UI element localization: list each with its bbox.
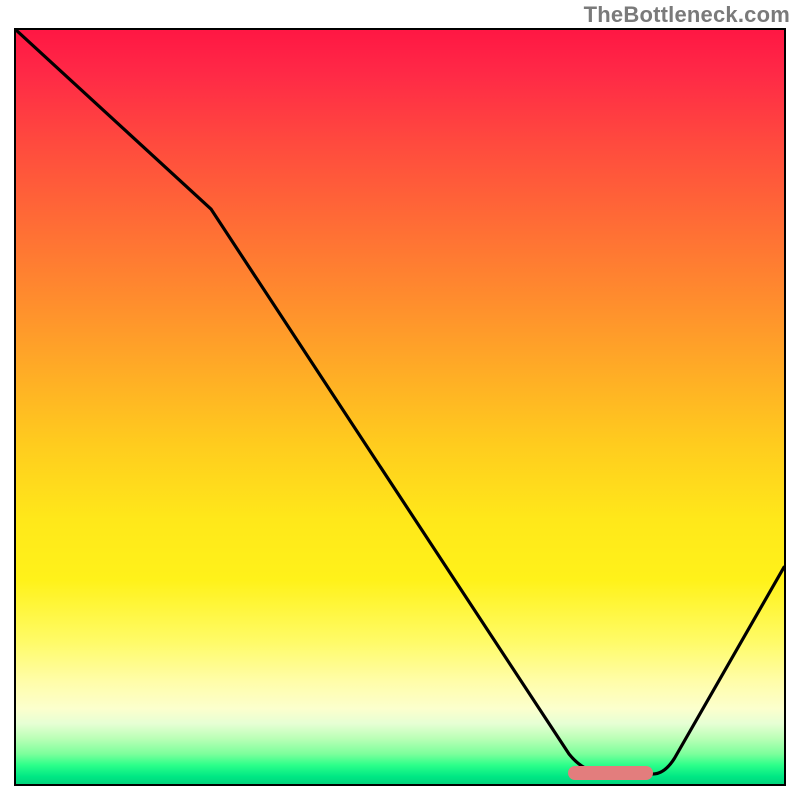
chart-root: TheBottleneck.com: [0, 0, 800, 800]
plot-area: [14, 28, 786, 786]
bottleneck-curve: [16, 30, 784, 784]
attribution-text: TheBottleneck.com: [584, 2, 790, 28]
optimum-marker: [568, 766, 653, 780]
curve-path: [16, 30, 784, 774]
